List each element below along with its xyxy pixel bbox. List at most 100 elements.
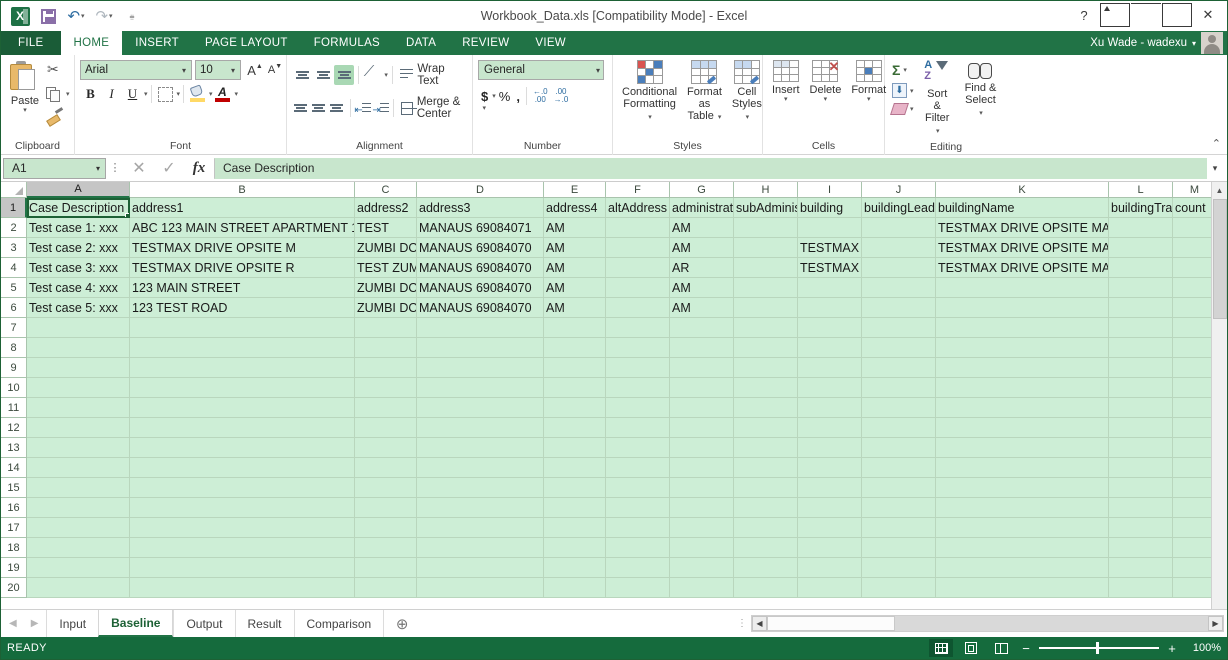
cell-C15[interactable] bbox=[355, 478, 417, 498]
cell-E15[interactable] bbox=[544, 478, 606, 498]
cell-M16[interactable] bbox=[1173, 498, 1211, 518]
cell-I14[interactable] bbox=[798, 458, 862, 478]
horizontal-scrollbar[interactable]: ◀ ▶ bbox=[751, 615, 1224, 632]
cell-M7[interactable] bbox=[1173, 318, 1211, 338]
row-header-3[interactable]: 3 bbox=[1, 238, 27, 258]
cell-J8[interactable] bbox=[862, 338, 936, 358]
chevron-down-icon[interactable]: ▾ bbox=[648, 114, 652, 121]
cell-G8[interactable] bbox=[670, 338, 734, 358]
cell-H16[interactable] bbox=[734, 498, 798, 518]
shrink-font-button[interactable]: A ▼ bbox=[265, 60, 285, 80]
add-sheet-icon[interactable]: ⊕ bbox=[384, 610, 420, 637]
row-header-1[interactable]: 1 bbox=[1, 198, 27, 218]
row-header-4[interactable]: 4 bbox=[1, 258, 27, 278]
cell-I17[interactable] bbox=[798, 518, 862, 538]
cell-D16[interactable] bbox=[417, 498, 544, 518]
cell-C20[interactable] bbox=[355, 578, 417, 598]
cell-J12[interactable] bbox=[862, 418, 936, 438]
zoom-slider[interactable] bbox=[1039, 642, 1159, 655]
cell-F15[interactable] bbox=[606, 478, 670, 498]
cell-H12[interactable] bbox=[734, 418, 798, 438]
cell-B18[interactable] bbox=[130, 538, 355, 558]
cell-B10[interactable] bbox=[130, 378, 355, 398]
cell-K16[interactable] bbox=[936, 498, 1109, 518]
cell-B9[interactable] bbox=[130, 358, 355, 378]
cell-H18[interactable] bbox=[734, 538, 798, 558]
cell-B1[interactable]: address1 bbox=[130, 198, 355, 218]
format-as-table-button[interactable]: Format as Table ▾ bbox=[683, 59, 726, 125]
sheet-tab-result[interactable]: Result bbox=[234, 610, 294, 637]
cell-B19[interactable] bbox=[130, 558, 355, 578]
cell-styles-button[interactable]: Cell Styles ▾ bbox=[728, 59, 766, 125]
percent-style-button[interactable]: % bbox=[496, 86, 514, 106]
increase-decimal-button[interactable]: ←.0.00 bbox=[530, 86, 551, 106]
cell-F18[interactable] bbox=[606, 538, 670, 558]
chevron-down-icon[interactable]: ▾ bbox=[96, 164, 103, 173]
redo-icon[interactable]: ↷ ▾ bbox=[91, 4, 117, 28]
cell-B12[interactable] bbox=[130, 418, 355, 438]
cell-I18[interactable] bbox=[798, 538, 862, 558]
cell-D7[interactable] bbox=[417, 318, 544, 338]
cell-K12[interactable] bbox=[936, 418, 1109, 438]
cell-K14[interactable] bbox=[936, 458, 1109, 478]
cell-I6[interactable] bbox=[798, 298, 862, 318]
cell-H14[interactable] bbox=[734, 458, 798, 478]
sheet-tab-input[interactable]: Input bbox=[46, 610, 98, 637]
cell-G11[interactable] bbox=[670, 398, 734, 418]
cell-I11[interactable] bbox=[798, 398, 862, 418]
cell-J14[interactable] bbox=[862, 458, 936, 478]
cell-L7[interactable] bbox=[1109, 318, 1173, 338]
cell-M2[interactable] bbox=[1173, 218, 1211, 238]
cell-A10[interactable] bbox=[27, 378, 130, 398]
sheet-tab-output[interactable]: Output bbox=[173, 610, 234, 637]
cell-J7[interactable] bbox=[862, 318, 936, 338]
cell-F5[interactable] bbox=[606, 278, 670, 298]
cell-I13[interactable] bbox=[798, 438, 862, 458]
cell-L12[interactable] bbox=[1109, 418, 1173, 438]
cell-J13[interactable] bbox=[862, 438, 936, 458]
cell-G15[interactable] bbox=[670, 478, 734, 498]
cell-I15[interactable] bbox=[798, 478, 862, 498]
cell-A20[interactable] bbox=[27, 578, 130, 598]
cell-K5[interactable] bbox=[936, 278, 1109, 298]
prev-sheet-icon[interactable]: ◀ bbox=[9, 618, 17, 629]
cell-C8[interactable] bbox=[355, 338, 417, 358]
maximize-icon[interactable] bbox=[1162, 3, 1192, 27]
cell-E13[interactable] bbox=[544, 438, 606, 458]
cell-L11[interactable] bbox=[1109, 398, 1173, 418]
cell-H1[interactable]: subAdministrativeArea bbox=[734, 198, 798, 218]
cell-D3[interactable]: MANAUS 69084070 bbox=[417, 238, 544, 258]
tab-view[interactable]: VIEW bbox=[522, 31, 579, 55]
cell-L14[interactable] bbox=[1109, 458, 1173, 478]
cell-A18[interactable] bbox=[27, 538, 130, 558]
format-painter-button[interactable] bbox=[44, 105, 72, 126]
cell-M6[interactable] bbox=[1173, 298, 1211, 318]
cell-K18[interactable] bbox=[936, 538, 1109, 558]
cell-H13[interactable] bbox=[734, 438, 798, 458]
cell-E9[interactable] bbox=[544, 358, 606, 378]
row-header-13[interactable]: 13 bbox=[1, 438, 27, 458]
sort-filter-button[interactable]: AZ Sort & Filter ▾ bbox=[919, 59, 956, 139]
cell-G19[interactable] bbox=[670, 558, 734, 578]
cell-J11[interactable] bbox=[862, 398, 936, 418]
italic-button[interactable]: I bbox=[101, 84, 122, 104]
cell-F9[interactable] bbox=[606, 358, 670, 378]
borders-button[interactable] bbox=[155, 84, 176, 104]
cell-M15[interactable] bbox=[1173, 478, 1211, 498]
chevron-down-icon[interactable]: ▾ bbox=[718, 114, 722, 121]
cell-A16[interactable] bbox=[27, 498, 130, 518]
cell-J10[interactable] bbox=[862, 378, 936, 398]
cell-G4[interactable]: AR bbox=[670, 258, 734, 278]
cell-A1[interactable]: Case Description bbox=[27, 198, 130, 218]
zoom-in-icon[interactable]: + bbox=[1165, 641, 1179, 656]
chevron-down-icon[interactable]: ▾ bbox=[179, 66, 189, 75]
cell-H20[interactable] bbox=[734, 578, 798, 598]
fill-color-button[interactable] bbox=[187, 84, 208, 104]
cell-G14[interactable] bbox=[670, 458, 734, 478]
cell-J18[interactable] bbox=[862, 538, 936, 558]
font-color-button[interactable]: A bbox=[213, 84, 234, 104]
cell-E8[interactable] bbox=[544, 338, 606, 358]
cell-K20[interactable] bbox=[936, 578, 1109, 598]
cell-E11[interactable] bbox=[544, 398, 606, 418]
cell-B13[interactable] bbox=[130, 438, 355, 458]
